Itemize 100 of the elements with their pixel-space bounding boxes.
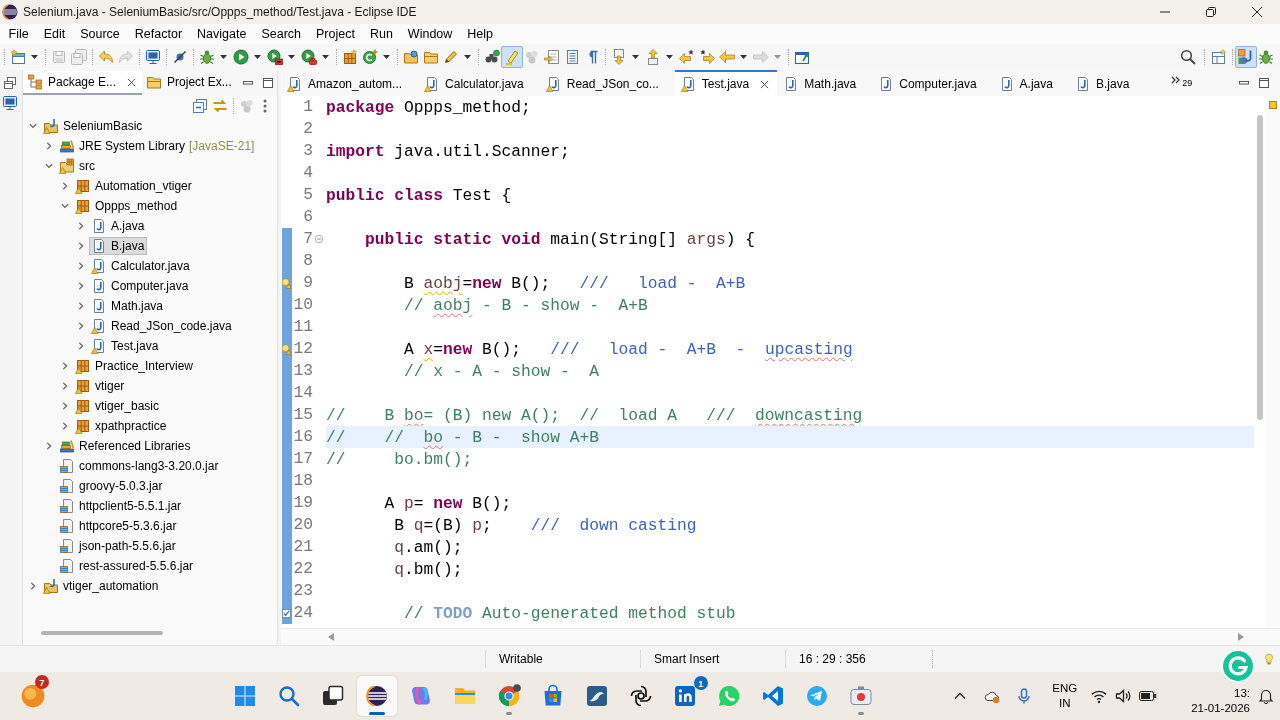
chevron-right-icon[interactable] [77, 302, 85, 310]
kebab-menu-icon[interactable] [263, 99, 267, 113]
scroll-right-icon[interactable] [1238, 633, 1244, 641]
view-tab[interactable]: Package E... [23, 71, 143, 95]
chevron-right-icon[interactable] [77, 262, 85, 270]
cloud-icon[interactable] [984, 688, 1001, 704]
tree-item[interactable]: Computer.java [89, 277, 192, 295]
tree-item[interactable]: groovy-5.0.3.jar [57, 477, 166, 495]
chevron-right-icon[interactable] [77, 242, 85, 250]
horizontal-scrollbar-thumb[interactable] [41, 631, 163, 635]
stacked-windows-icon[interactable] [321, 684, 345, 708]
view-tab[interactable]: Project Ex... [142, 71, 238, 95]
caret-icon[interactable] [740, 55, 747, 59]
four-squares-icon[interactable] [233, 684, 257, 708]
tree-item[interactable]: httpclient5-5.5.1.jar [57, 497, 185, 515]
speaker-icon[interactable] [1115, 688, 1132, 704]
tree-item[interactable]: vtiger [73, 377, 128, 395]
editor-tab[interactable]: Test.java [674, 70, 778, 96]
monitor-icon[interactable] [2, 95, 18, 111]
chevron-right-icon[interactable] [77, 322, 85, 330]
menu-item[interactable]: Window [400, 27, 460, 41]
binoculars-icon[interactable] [484, 49, 500, 65]
play-icon[interactable] [233, 49, 249, 65]
pencil-icon[interactable] [443, 49, 459, 65]
tree-item[interactable]: xpathpractice [73, 417, 170, 435]
editor-tab[interactable]: Amazon_autom... [281, 70, 419, 96]
tree-item[interactable]: Referenced Libraries [57, 437, 194, 455]
search-icon[interactable] [277, 684, 301, 708]
editor-tab[interactable]: B.java [1068, 70, 1146, 96]
tree-item[interactable]: Practice_Interview [73, 357, 197, 375]
slashed-dot-icon[interactable] [172, 49, 188, 65]
caret-icon[interactable] [666, 55, 673, 59]
chevron-down-icon[interactable] [45, 162, 53, 170]
caret-icon[interactable] [254, 55, 261, 59]
tree-item[interactable]: B.java [89, 237, 148, 255]
tree-item[interactable]: json-path-5.5.6.jar [57, 537, 179, 555]
chevron-right-icon[interactable] [61, 402, 69, 410]
tree-item[interactable]: vtiger_automation [41, 577, 162, 595]
collapse-all-icon[interactable] [192, 98, 208, 114]
editor-tab[interactable]: A.java [992, 70, 1069, 96]
caret-icon[interactable] [464, 55, 471, 59]
maximize-icon[interactable] [1258, 77, 1270, 89]
arrow-down-icon[interactable] [611, 49, 627, 65]
active-app-button[interactable] [357, 676, 397, 716]
editor-tab[interactable]: Math.java [777, 70, 873, 96]
battery-icon[interactable] [1139, 690, 1158, 702]
striped-circle-icon[interactable] [365, 684, 389, 708]
microphone-icon[interactable] [1016, 688, 1033, 704]
chevron-right-icon[interactable] [77, 282, 85, 290]
wifi-icon[interactable] [1091, 688, 1108, 704]
editor-tab[interactable]: Calculator.java [418, 70, 540, 96]
perspective-add-icon[interactable] [1211, 49, 1227, 65]
tree-item[interactable]: httpcore5-5.3.6.jar [57, 517, 180, 535]
chevron-right-icon[interactable] [61, 362, 69, 370]
chevron-right-icon[interactable] [77, 222, 85, 230]
editor-tab[interactable]: Read_JSon_co... [539, 70, 675, 96]
tree-item[interactable]: Test.java [89, 337, 162, 355]
caret-icon[interactable] [383, 55, 390, 59]
segmented-circle-icon[interactable] [497, 684, 521, 708]
caret-icon[interactable] [632, 55, 639, 59]
angled-ribbon-icon[interactable] [761, 684, 785, 708]
tree-item[interactable]: rest-assured-5.5.6.jar [57, 557, 197, 575]
input-language-button[interactable]: ENG IN [1052, 681, 1078, 711]
arrow-left-icon[interactable] [719, 49, 735, 65]
menu-item[interactable]: Source [72, 27, 128, 41]
arrow-up-icon[interactable] [645, 49, 661, 65]
chevron-right-icon[interactable] [45, 442, 53, 450]
knot-icon[interactable] [629, 684, 653, 708]
caret-icon[interactable] [220, 55, 227, 59]
maximize-icon[interactable] [261, 77, 274, 89]
play-toolbox-icon[interactable] [301, 49, 317, 65]
square-logo-icon[interactable] [673, 684, 697, 708]
chevron-down-icon[interactable] [29, 122, 37, 130]
tree-item[interactable]: SeleniumBasic [41, 117, 146, 135]
chevron-right-icon[interactable] [45, 142, 53, 150]
bug-icon[interactable] [1258, 49, 1274, 65]
tree-item[interactable]: JRE System Library [JavaSE-21] [57, 137, 258, 155]
editor-tab[interactable]: Computer.java [872, 70, 993, 96]
tree-item[interactable]: Math.java [89, 297, 167, 315]
link-arrows-icon[interactable] [212, 98, 228, 114]
new-window-icon[interactable] [10, 49, 26, 65]
folder-ball-icon[interactable] [403, 49, 419, 65]
chevron-down-icon[interactable] [61, 202, 69, 210]
scroll-left-icon[interactable] [328, 633, 334, 641]
search-icon[interactable] [1180, 49, 1196, 65]
circle-plus-icon[interactable] [362, 49, 378, 65]
document-arrow-icon[interactable] [544, 49, 560, 65]
close-icon[interactable] [1252, 7, 1262, 17]
java-perspective-icon[interactable] [1235, 46, 1257, 68]
chevron-right-icon[interactable] [29, 582, 37, 590]
menu-item[interactable]: Edit [36, 27, 73, 41]
tree-item[interactable]: commons-lang3-3.20.0.jar [57, 457, 222, 475]
paper-plane-icon[interactable] [805, 684, 829, 708]
chevron-right-icon[interactable] [61, 182, 69, 190]
restore-icon[interactable] [1206, 7, 1216, 17]
menu-item[interactable]: Run [362, 27, 401, 41]
tree-item[interactable]: Read_JSon_code.java [89, 317, 235, 335]
menu-item[interactable]: Project [308, 27, 363, 41]
play-chart-icon[interactable] [267, 49, 283, 65]
swirl-icon[interactable] [409, 684, 433, 708]
